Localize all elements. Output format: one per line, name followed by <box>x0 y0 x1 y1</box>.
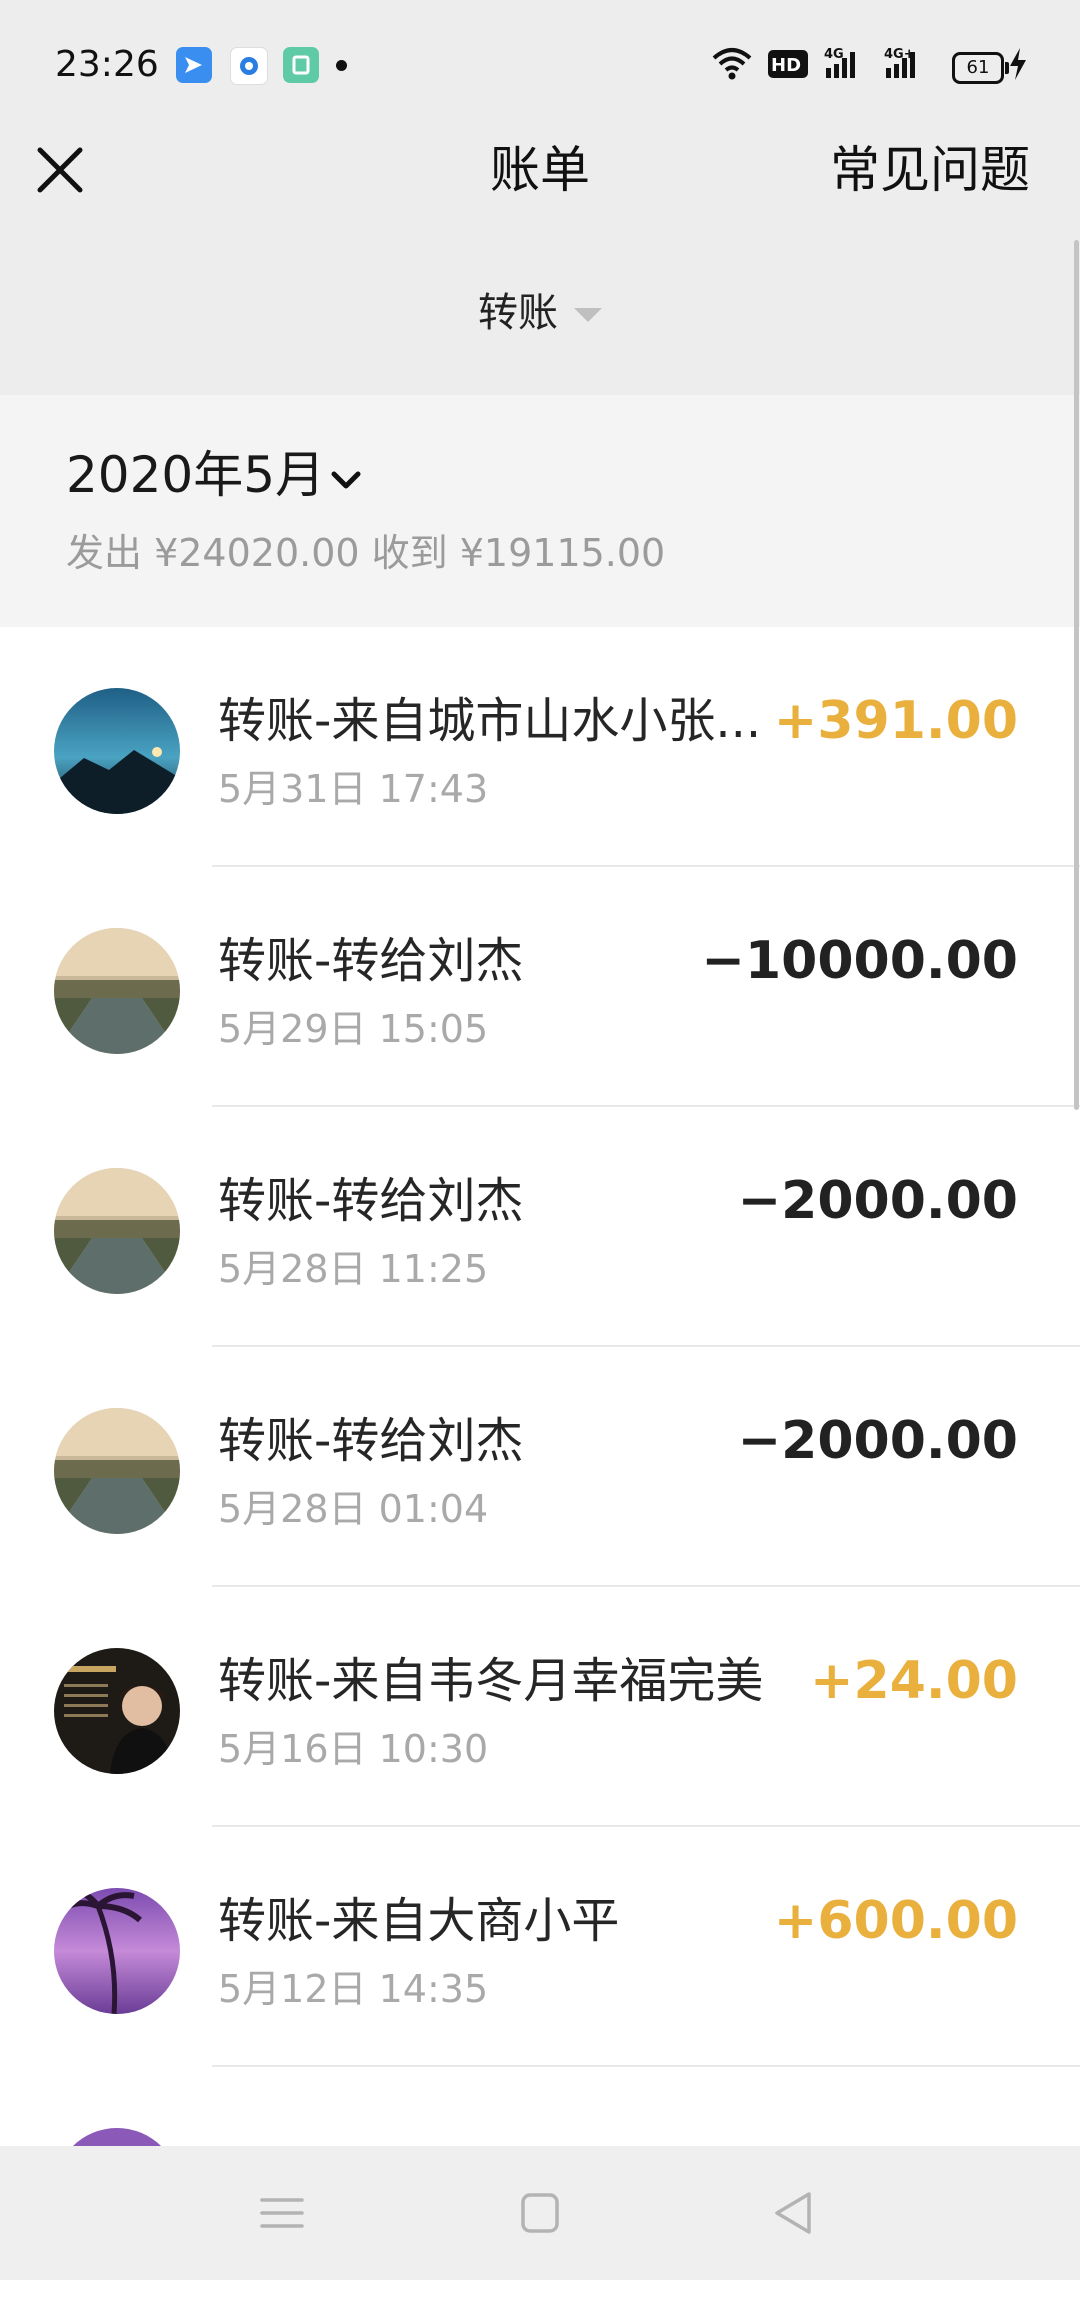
svg-text:4G: 4G <box>824 47 844 62</box>
transaction-date: 5月16日 10:30 <box>218 1727 489 1771</box>
transaction-title: 转账-转给刘杰 <box>218 1173 524 1229</box>
transaction-date: 5月28日 11:25 <box>218 1247 489 1291</box>
signal-4g-icon: 4G <box>824 47 855 78</box>
status-time: 23:26 <box>55 44 159 85</box>
app-notification-icon <box>230 47 268 85</box>
month-totals: 发出 ¥24020.00 收到 ¥19115.00 <box>66 531 666 575</box>
month-summary-section <box>0 395 1080 627</box>
avatar <box>54 1888 180 2014</box>
type-filter-dropdown[interactable]: 转账 <box>0 288 1080 338</box>
transaction-item[interactable]: 转账-来自大商小平 5月12日 14:35 +600.00 <box>0 1827 1080 2067</box>
scrollbar[interactable] <box>1074 240 1079 1110</box>
transaction-title: 转账-转给刘杰 <box>218 933 524 989</box>
app-notification-icon <box>283 47 319 83</box>
transaction-item[interactable]: 转账-来自城市山水小张... 5月31日 17:43 +391.00 <box>0 627 1080 867</box>
battery-icon: 61 <box>952 52 1009 84</box>
transaction-item[interactable]: 转账-转给刘杰 5月29日 15:05 −10000.00 <box>0 867 1080 1107</box>
menu-icon[interactable] <box>252 2188 312 2238</box>
transaction-title: 转账-转给刘杰 <box>218 1413 524 1469</box>
transaction-title: 转账-来自韦冬月幸福完美 <box>218 1653 764 1709</box>
month-selector[interactable]: 2020年5月 <box>66 445 325 505</box>
back-icon[interactable] <box>765 2188 825 2238</box>
app-notification-icon <box>176 47 212 83</box>
transaction-amount: +391.00 <box>773 691 1018 751</box>
transaction-item[interactable]: 转账-转给刘杰 5月28日 11:25 −2000.00 <box>0 1107 1080 1347</box>
home-icon[interactable] <box>510 2188 570 2238</box>
avatar <box>54 1648 180 1774</box>
transaction-title: 转账-来自城市山水小张... <box>218 693 762 749</box>
dropdown-arrow-icon <box>574 308 602 322</box>
wifi-icon <box>712 48 752 80</box>
transaction-date: 5月28日 01:04 <box>218 1487 489 1531</box>
hd-icon: HD <box>768 50 808 78</box>
avatar <box>54 688 180 814</box>
transaction-amount: −2000.00 <box>737 1171 1018 1231</box>
transaction-title: 转账-来自大商小平 <box>218 1893 620 1949</box>
charging-icon <box>1010 48 1026 80</box>
more-notifications-dot <box>336 60 347 71</box>
transaction-date: 5月12日 14:35 <box>218 1967 489 2011</box>
transaction-date: 5月31日 17:43 <box>218 767 489 811</box>
avatar <box>54 928 180 1054</box>
status-bar: 23:26 HD 4G 4G+ 61 <box>0 0 1080 130</box>
avatar <box>54 1168 180 1294</box>
faq-link[interactable]: 常见问题 <box>830 140 1030 200</box>
battery-level: 61 <box>966 57 990 78</box>
svg-text:HD: HD <box>771 55 801 76</box>
transaction-amount: −10000.00 <box>701 931 1018 991</box>
chevron-down-icon[interactable] <box>328 462 364 498</box>
transaction-item[interactable]: 转账-来自韦冬月幸福完美 5月16日 10:30 +24.00 <box>0 1587 1080 1827</box>
avatar <box>54 1408 180 1534</box>
signal-4g-plus-icon: 4G+ <box>884 47 915 78</box>
transaction-amount: −2000.00 <box>737 1411 1018 1471</box>
transaction-item[interactable]: 转账-转给刘杰 5月28日 01:04 −2000.00 <box>0 1347 1080 1587</box>
type-filter-label: 转账 <box>478 290 558 336</box>
transaction-date: 5月29日 15:05 <box>218 1007 489 1051</box>
transaction-amount: +24.00 <box>809 1651 1018 1711</box>
transaction-list: 转账-来自城市山水小张... 5月31日 17:43 +391.00 转账-转给… <box>0 627 1080 2307</box>
transaction-amount: +600.00 <box>773 1891 1018 1951</box>
